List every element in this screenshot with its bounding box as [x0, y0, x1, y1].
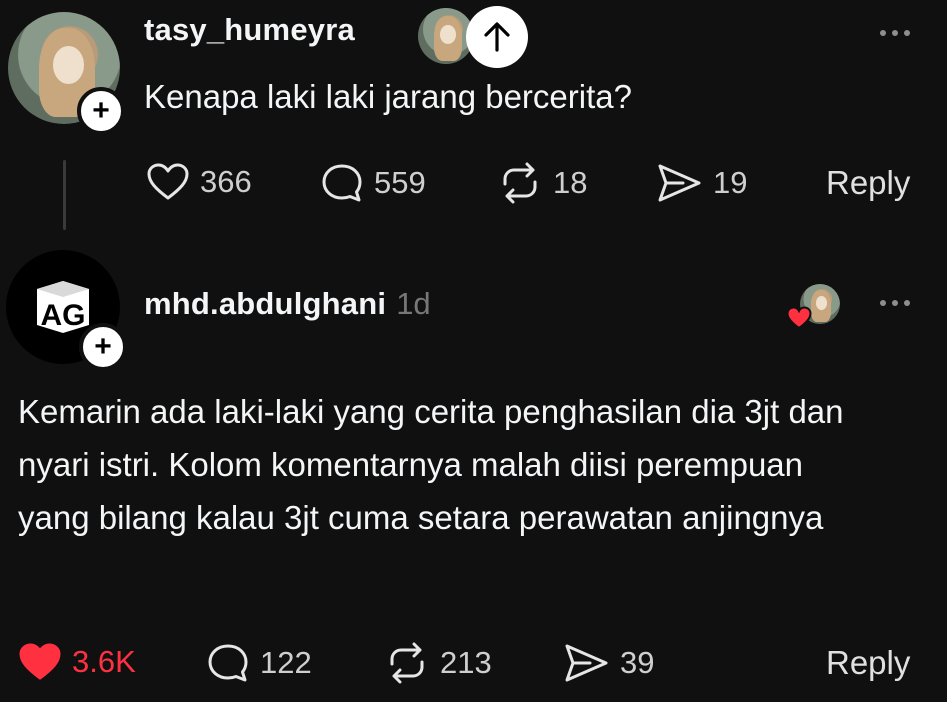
comment-button[interactable]: 559 [320, 162, 426, 204]
reply-more-button[interactable] [880, 300, 910, 306]
heart-icon [19, 643, 61, 680]
share-count: 19 [713, 165, 748, 200]
more-dot [880, 300, 886, 306]
share-send-icon [658, 164, 701, 202]
comment-count: 559 [374, 165, 426, 200]
avatar-photo-face [52, 45, 85, 84]
more-dot [880, 30, 886, 36]
avatar-photo-face [440, 24, 457, 44]
like-count: 366 [200, 164, 252, 199]
repost-count: 18 [553, 165, 588, 200]
ag-logo-text: AG [41, 299, 86, 332]
reply-like-count: 3.6K [72, 644, 136, 679]
reply-repost-button[interactable]: 213 [384, 642, 492, 684]
more-dot [892, 300, 898, 306]
heart-icon [147, 163, 189, 200]
thread-line [63, 160, 66, 230]
follow-plus-icon[interactable]: + [77, 87, 125, 135]
comment-bubble-icon [208, 644, 248, 682]
like-button[interactable]: 366 [146, 162, 252, 202]
more-dot [892, 30, 898, 36]
reply-like-button[interactable]: 3.6K [18, 642, 136, 682]
follow-plus-icon[interactable]: + [79, 323, 127, 371]
reply-comment-count: 122 [260, 645, 312, 680]
repost-icon [503, 162, 537, 204]
repost-icon [390, 642, 424, 684]
reply-share-button[interactable]: 39 [564, 642, 654, 684]
share-button[interactable]: 19 [657, 162, 747, 204]
arrow-up-icon [484, 22, 510, 52]
author-liked-heart-icon [786, 306, 812, 330]
post-text: Kenapa laki laki jarang bercerita? [144, 78, 632, 115]
reply-reply-button[interactable]: Reply [826, 644, 910, 682]
reply-text: Kemarin ada laki-laki yang cerita pengha… [18, 393, 844, 536]
comment-bubble-icon [322, 164, 362, 202]
reply-header: mhd.abdulghani 1d [144, 286, 431, 322]
avatar-photo-face [816, 296, 828, 310]
reply-repost-count: 213 [440, 645, 492, 680]
reply-share-count: 39 [620, 645, 655, 680]
ag-logo-icon: AG [37, 281, 89, 333]
reply-time: 1d [396, 286, 431, 321]
repost-button[interactable]: 18 [497, 162, 587, 204]
post-more-button[interactable] [880, 30, 910, 36]
reply-comment-button[interactable]: 122 [206, 642, 312, 684]
post-reply-button[interactable]: Reply [826, 164, 910, 202]
more-dot [904, 30, 910, 36]
share-send-icon [565, 644, 608, 682]
reply-username[interactable]: mhd.abdulghani [144, 286, 386, 322]
scroll-up-button[interactable] [466, 6, 528, 68]
more-dot [904, 300, 910, 306]
post-username[interactable]: tasy_humeyra [144, 12, 355, 48]
